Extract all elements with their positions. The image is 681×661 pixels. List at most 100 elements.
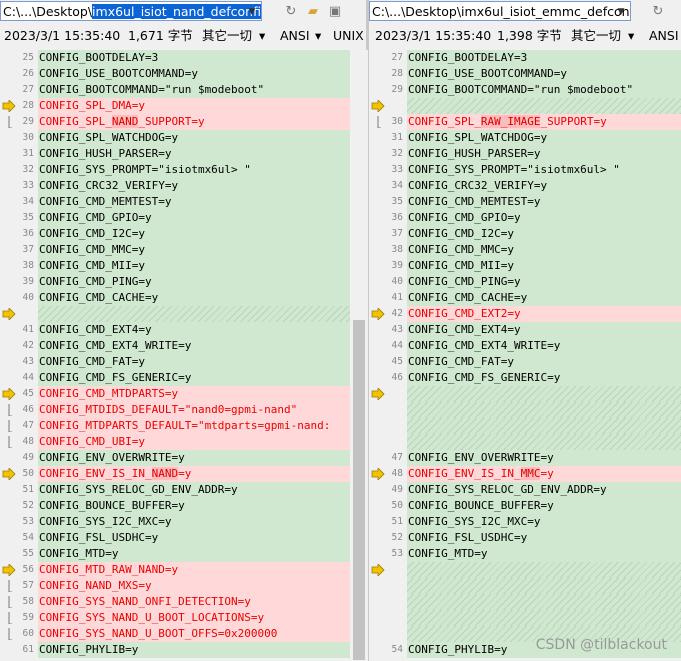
right-code-line[interactable]: 43 CONFIG_CMD_EXT4=y xyxy=(369,322,681,338)
right-code-line[interactable]: 41 CONFIG_CMD_CACHE=y xyxy=(369,290,681,306)
right-code-line[interactable]: 30 CONFIG_SPL_RAW_IMAGE_SUPPORT=y xyxy=(369,114,681,130)
right-code-line[interactable]: 29 CONFIG_BOOTCOMMAND="run $modeboot" xyxy=(369,82,681,98)
left-code-line[interactable]: 31 CONFIG_HUSH_PARSER=y xyxy=(0,146,368,162)
left-code-line[interactable]: 58 CONFIG_SYS_NAND_ONFI_DETECTION=y xyxy=(0,594,368,610)
right-refresh-icon[interactable]: ↻ xyxy=(649,2,667,20)
right-path-field[interactable]: C:\...\Desktop\imx6ul_isiot_emmc_defconf… xyxy=(369,1,631,21)
left-code-line[interactable]: 48 CONFIG_CMD_UBI=y xyxy=(0,434,368,450)
left-code-line[interactable]: 49 CONFIG_ENV_OVERWRITE=y xyxy=(0,450,368,466)
left-encoding-dropdown-icon[interactable]: ▾ xyxy=(315,26,321,46)
diff-arrow-icon[interactable] xyxy=(2,387,16,401)
left-code-line[interactable]: 36 CONFIG_CMD_I2C=y xyxy=(0,226,368,242)
left-path-dropdown-icon[interactable]: ▼ xyxy=(245,6,259,18)
right-code-line[interactable] xyxy=(369,434,681,450)
left-code-line[interactable]: 55 CONFIG_MTD=y xyxy=(0,546,368,562)
diff-arrow-icon[interactable] xyxy=(371,563,385,577)
right-path-dropdown-icon[interactable]: ▼ xyxy=(614,6,628,18)
left-code-line[interactable]: 32 CONFIG_SYS_PROMPT="isiotmx6ul> " xyxy=(0,162,368,178)
left-charset[interactable]: 其它一切 xyxy=(202,26,252,46)
left-code-line[interactable]: 25 CONFIG_BOOTDELAY=3 xyxy=(0,50,368,66)
right-code-line[interactable]: 48 CONFIG_ENV_IS_IN_MMC=y xyxy=(369,466,681,482)
left-code-line[interactable]: 57 CONFIG_NAND_MXS=y xyxy=(0,578,368,594)
right-code-line[interactable]: 42 CONFIG_CMD_EXT2=y xyxy=(369,306,681,322)
right-encoding[interactable]: ANSI xyxy=(649,26,679,46)
left-open-folder-icon[interactable]: ▰ xyxy=(304,2,322,20)
left-scrollbar[interactable] xyxy=(350,50,368,661)
left-code-line[interactable]: 30 CONFIG_SPL_WATCHDOG=y xyxy=(0,130,368,146)
left-code-line[interactable]: 43 CONFIG_CMD_FAT=y xyxy=(0,354,368,370)
diff-arrow-icon[interactable] xyxy=(2,563,16,577)
right-code-line[interactable] xyxy=(369,386,681,402)
left-charset-dropdown-icon[interactable]: ▾ xyxy=(259,26,265,46)
left-code-line[interactable] xyxy=(0,306,368,322)
left-code-view[interactable]: 25 CONFIG_BOOTDELAY=3 26 CONFIG_USE_BOOTCOM… xyxy=(0,50,368,661)
right-code-line[interactable]: 34 CONFIG_CRC32_VERIFY=y xyxy=(369,178,681,194)
left-code-line[interactable]: 52 CONFIG_BOUNCE_BUFFER=y xyxy=(0,498,368,514)
left-code-line[interactable]: 56 CONFIG_MTD_RAW_NAND=y xyxy=(0,562,368,578)
right-code-line[interactable]: 31 CONFIG_SPL_WATCHDOG=y xyxy=(369,130,681,146)
left-code-line[interactable]: 46 CONFIG_MTDIDS_DEFAULT="nand0=gpmi-nand… xyxy=(0,402,368,418)
left-eol[interactable]: UNIX xyxy=(333,26,364,46)
right-code-line[interactable]: 52 CONFIG_FSL_USDHC=y xyxy=(369,530,681,546)
left-code-line[interactable]: 54 CONFIG_FSL_USDHC=y xyxy=(0,530,368,546)
left-path-field[interactable]: C:\...\Desktop\imx6ul_isiot_nand_defconf… xyxy=(0,1,262,21)
right-code-line[interactable]: 38 CONFIG_CMD_MMC=y xyxy=(369,242,681,258)
right-code-line[interactable]: 33 CONFIG_SYS_PROMPT="isiotmx6ul> " xyxy=(369,162,681,178)
diff-arrow-icon[interactable] xyxy=(371,467,385,481)
right-code-line[interactable] xyxy=(369,402,681,418)
right-code-line[interactable]: 53 CONFIG_MTD=y xyxy=(369,546,681,562)
left-code-line[interactable]: 29 CONFIG_SPL_NAND_SUPPORT=y xyxy=(0,114,368,130)
left-code-line[interactable]: 28 CONFIG_SPL_DMA=y xyxy=(0,98,368,114)
left-encoding[interactable]: ANSI xyxy=(280,26,310,46)
left-code-line[interactable]: 51 CONFIG_SYS_RELOC_GD_ENV_ADDR=y xyxy=(0,482,368,498)
left-code-line[interactable]: 40 CONFIG_CMD_CACHE=y xyxy=(0,290,368,306)
right-code-line[interactable]: 35 CONFIG_CMD_MEMTEST=y xyxy=(369,194,681,210)
diff-arrow-icon[interactable] xyxy=(371,307,385,321)
right-code-line[interactable] xyxy=(369,610,681,626)
right-code-line[interactable]: 27 CONFIG_BOOTDELAY=3 xyxy=(369,50,681,66)
diff-arrow-icon[interactable] xyxy=(2,467,16,481)
left-code-line[interactable]: 42 CONFIG_CMD_EXT4_WRITE=y xyxy=(0,338,368,354)
left-code-line[interactable]: 37 CONFIG_CMD_MMC=y xyxy=(0,242,368,258)
left-code-line[interactable]: 41 CONFIG_CMD_EXT4=y xyxy=(0,322,368,338)
left-code-line[interactable]: 50 CONFIG_ENV_IS_IN_NAND=y xyxy=(0,466,368,482)
right-code-line[interactable]: 40 CONFIG_CMD_PING=y xyxy=(369,274,681,290)
left-code-line[interactable]: 45 CONFIG_CMD_MTDPARTS=y xyxy=(0,386,368,402)
right-code-view[interactable]: 27 CONFIG_BOOTDELAY=3 28 CONFIG_USE_BOOTCOM… xyxy=(369,50,681,661)
right-code-line[interactable]: 49 CONFIG_SYS_RELOC_GD_ENV_ADDR=y xyxy=(369,482,681,498)
right-code-line[interactable] xyxy=(369,98,681,114)
left-code-line[interactable]: 61 CONFIG_PHYLIB=y xyxy=(0,642,368,658)
right-code-line[interactable]: 47 CONFIG_ENV_OVERWRITE=y xyxy=(369,450,681,466)
right-code-line[interactable]: 37 CONFIG_CMD_I2C=y xyxy=(369,226,681,242)
left-scroll-thumb[interactable] xyxy=(353,320,365,660)
diff-arrow-icon[interactable] xyxy=(371,99,385,113)
right-code-line[interactable]: 36 CONFIG_CMD_GPIO=y xyxy=(369,210,681,226)
left-code-line[interactable]: 33 CONFIG_CRC32_VERIFY=y xyxy=(0,178,368,194)
diff-arrow-icon[interactable] xyxy=(2,99,16,113)
left-code-line[interactable]: 44 CONFIG_CMD_FS_GENERIC=y xyxy=(0,370,368,386)
left-code-line[interactable]: 53 CONFIG_SYS_I2C_MXC=y xyxy=(0,514,368,530)
right-code-line[interactable]: 50 CONFIG_BOUNCE_BUFFER=y xyxy=(369,498,681,514)
left-code-line[interactable]: 27 CONFIG_BOOTCOMMAND="run $modeboot" xyxy=(0,82,368,98)
diff-arrow-icon[interactable] xyxy=(371,387,385,401)
diff-arrow-icon[interactable] xyxy=(2,307,16,321)
right-code-line[interactable]: 28 CONFIG_USE_BOOTCOMMAND=y xyxy=(369,66,681,82)
right-code-line[interactable]: 44 CONFIG_CMD_EXT4_WRITE=y xyxy=(369,338,681,354)
right-code-line[interactable]: 45 CONFIG_CMD_FAT=y xyxy=(369,354,681,370)
left-refresh-icon[interactable]: ↻ xyxy=(282,2,300,20)
left-code-line[interactable]: 35 CONFIG_CMD_GPIO=y xyxy=(0,210,368,226)
right-code-line[interactable] xyxy=(369,578,681,594)
right-code-line[interactable] xyxy=(369,418,681,434)
right-code-line[interactable] xyxy=(369,562,681,578)
left-code-line[interactable]: 34 CONFIG_CMD_MEMTEST=y xyxy=(0,194,368,210)
left-code-line[interactable]: 26 CONFIG_USE_BOOTCOMMAND=y xyxy=(0,66,368,82)
left-code-line[interactable]: 47 CONFIG_MTDPARTS_DEFAULT="mtdparts=gpmi… xyxy=(0,418,368,434)
left-save-icon[interactable]: ▣ xyxy=(326,2,344,20)
left-code-line[interactable]: 59 CONFIG_SYS_NAND_U_BOOT_LOCATIONS=y xyxy=(0,610,368,626)
left-code-line[interactable]: 39 CONFIG_CMD_PING=y xyxy=(0,274,368,290)
right-charset[interactable]: 其它一切 xyxy=(571,26,621,46)
right-code-line[interactable] xyxy=(369,594,681,610)
right-code-line[interactable]: 32 CONFIG_HUSH_PARSER=y xyxy=(369,146,681,162)
left-code-line[interactable]: 60 CONFIG_SYS_NAND_U_BOOT_OFFS=0x200000 xyxy=(0,626,368,642)
right-code-line[interactable]: 46 CONFIG_CMD_FS_GENERIC=y xyxy=(369,370,681,386)
